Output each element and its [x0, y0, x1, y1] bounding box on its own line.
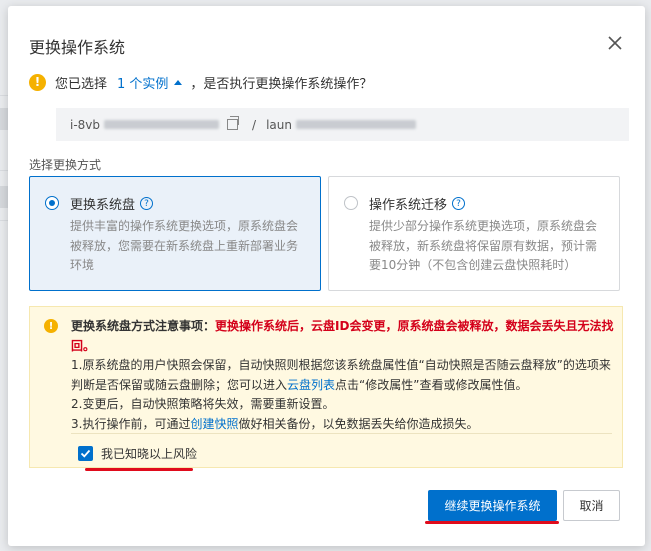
instances-link[interactable]: 1 个实例	[117, 73, 168, 92]
instance-id: i-8vb	[70, 117, 101, 132]
info-prefix: 您已选择	[55, 76, 108, 92]
dialog-title: 更换操作系统	[29, 38, 126, 57]
option-title: 更换系统盘 ?	[70, 194, 154, 213]
instance-name: laun	[266, 117, 292, 132]
help-icon[interactable]: ?	[452, 197, 466, 210]
caret-up-icon[interactable]	[174, 79, 183, 85]
redacted-instance-id	[104, 120, 220, 129]
notice-item-3: 3.执行操作前，可通过	[71, 416, 191, 431]
option-title-text: 操作系统迁移	[369, 198, 448, 213]
section-label: 选择更换方式	[29, 158, 102, 172]
notice-box: ! 更换系统盘方式注意事项：更换操作系统后，云盘ID会变更，原系统盘会被释放，数…	[29, 306, 623, 468]
acknowledge-label: 我已知晓以上风险	[101, 447, 198, 461]
create-snapshot-link[interactable]: 创建快照	[190, 417, 238, 431]
backdrop-chip	[0, 108, 8, 130]
info-suffix: ，是否执行更换操作系统操作？	[190, 76, 373, 92]
option-description: 提供丰富的操作系统更换选项，原系统盘会被释放，您需要在新系统盘上重新部署业务环境	[70, 219, 299, 272]
notice-text: 更换系统盘方式注意事项：更换操作系统后，云盘ID会变更，原系统盘会被释放，数据会…	[71, 317, 616, 434]
continue-change-os-button[interactable]: 继续更换操作系统	[428, 490, 557, 521]
option-replace-system-disk[interactable]: 更换系统盘 ? 提供丰富的操作系统更换选项，原系统盘会被释放，您需要在新系统盘上…	[29, 176, 321, 291]
annotation-underline	[425, 521, 559, 524]
notice-item-2: 2.变更后，自动快照策略将失效，需要重新设置。	[71, 397, 335, 411]
close-icon[interactable]	[604, 32, 626, 54]
radio-os-migration[interactable]	[344, 196, 358, 210]
notice-divider	[71, 433, 612, 434]
check-icon	[80, 449, 91, 458]
option-title-text: 更换系统盘	[70, 198, 136, 213]
separator: /	[252, 117, 257, 132]
option-os-migration[interactable]: 操作系统迁移 ? 提供少部分操作系统更换选项，原系统盘会被释放，新系统盘将保留原…	[328, 176, 620, 291]
option-title: 操作系统迁移 ?	[369, 194, 466, 213]
notice-heading: 更换系统盘方式注意事项：	[71, 319, 216, 333]
change-os-dialog: 更换操作系统 ! 您已选择 1 个实例 ，是否执行更换操作系统操作？ i-8vb…	[8, 6, 645, 546]
instance-summary: i-8vb / laun	[56, 108, 629, 141]
disk-list-link[interactable]: 云盘列表	[287, 378, 335, 392]
cancel-button[interactable]: 取消	[563, 490, 620, 521]
acknowledge-checkbox[interactable]	[78, 446, 93, 461]
option-description: 提供少部分操作系统更换选项，原系统盘会被释放，新系统盘将保留原有数据，预计需要1…	[369, 219, 598, 272]
copy-icon[interactable]	[227, 116, 240, 130]
notice-item-1-end: 点击“修改属性”查看或修改属性值。	[335, 377, 528, 392]
help-icon[interactable]: ?	[140, 197, 154, 210]
warning-icon: !	[44, 319, 58, 333]
acknowledge-row[interactable]: 我已知晓以上风险	[78, 445, 197, 462]
annotation-underline	[85, 468, 193, 471]
selection-info: ! 您已选择 1 个实例 ，是否执行更换操作系统操作？	[29, 72, 372, 92]
redacted-instance-name	[295, 120, 416, 129]
notice-item-3-end: 做好相关备份，以免数据丢失给你造成损失。	[238, 416, 479, 431]
radio-replace-system-disk[interactable]	[45, 196, 59, 210]
backdrop-chip	[0, 186, 8, 208]
warning-icon: !	[29, 73, 46, 91]
